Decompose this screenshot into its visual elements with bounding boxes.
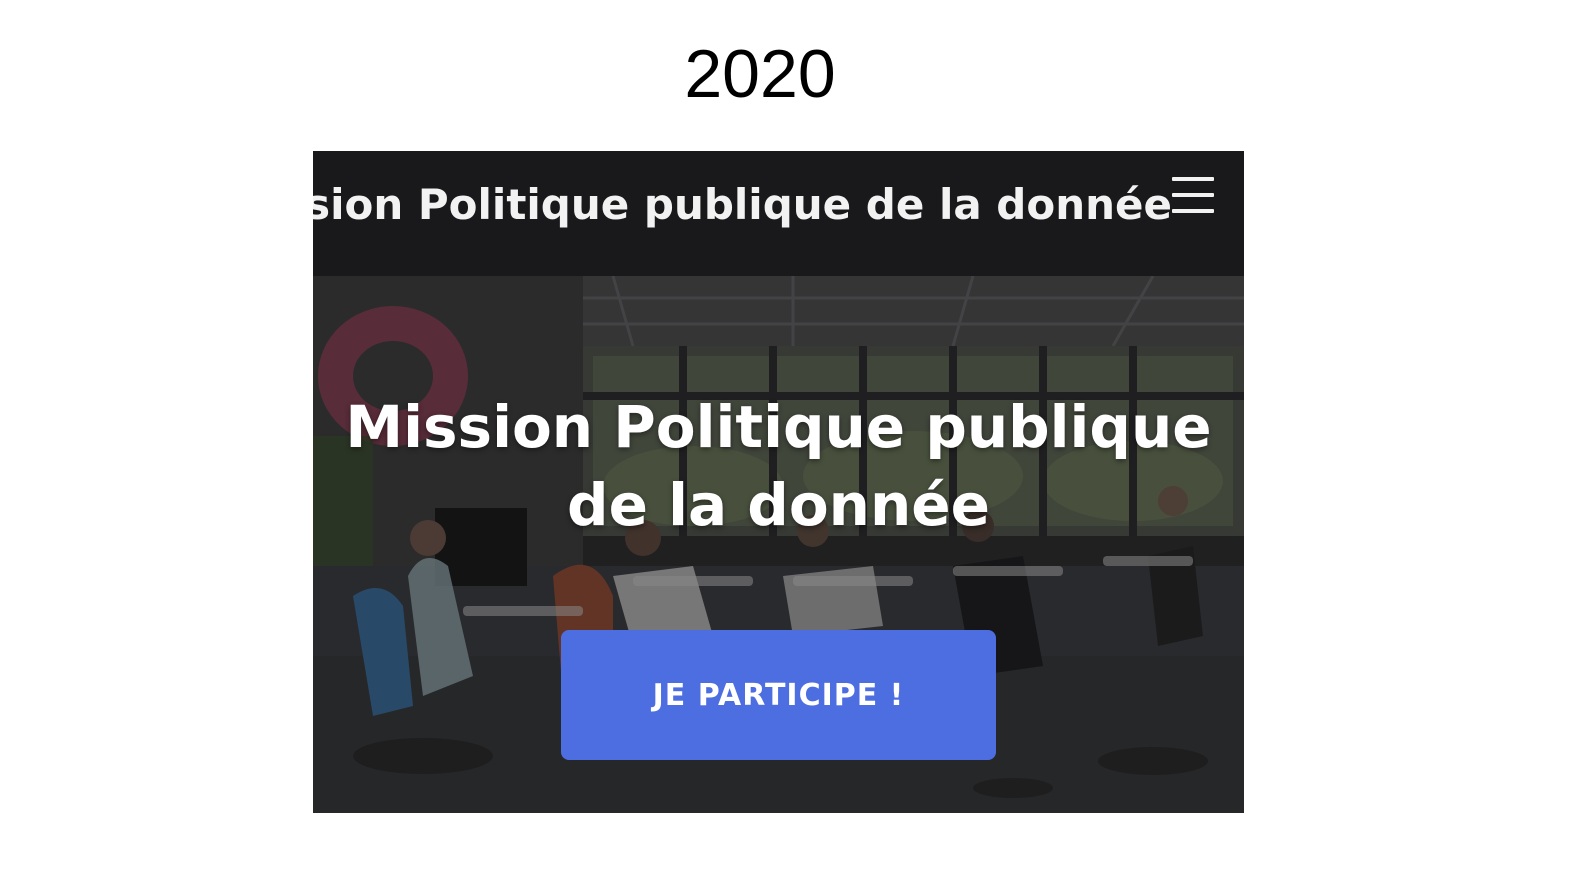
- hero-section: Mission Politique publique de la donnée …: [313, 276, 1244, 813]
- hamburger-menu-icon[interactable]: [1172, 175, 1214, 215]
- slide-year-title: 2020: [684, 36, 836, 112]
- slide: 2020 Mission Politique publique de la do…: [0, 0, 1587, 893]
- site-header: Mission Politique publique de la donnée: [313, 151, 1244, 276]
- website-screenshot: Mission Politique publique de la donnée: [313, 151, 1244, 813]
- je-participe-button[interactable]: JE PARTICIPE !: [561, 630, 996, 760]
- site-header-title[interactable]: Mission Politique publique de la donnée: [313, 177, 1172, 233]
- hero-title: Mission Politique publique de la donnée: [345, 393, 1212, 539]
